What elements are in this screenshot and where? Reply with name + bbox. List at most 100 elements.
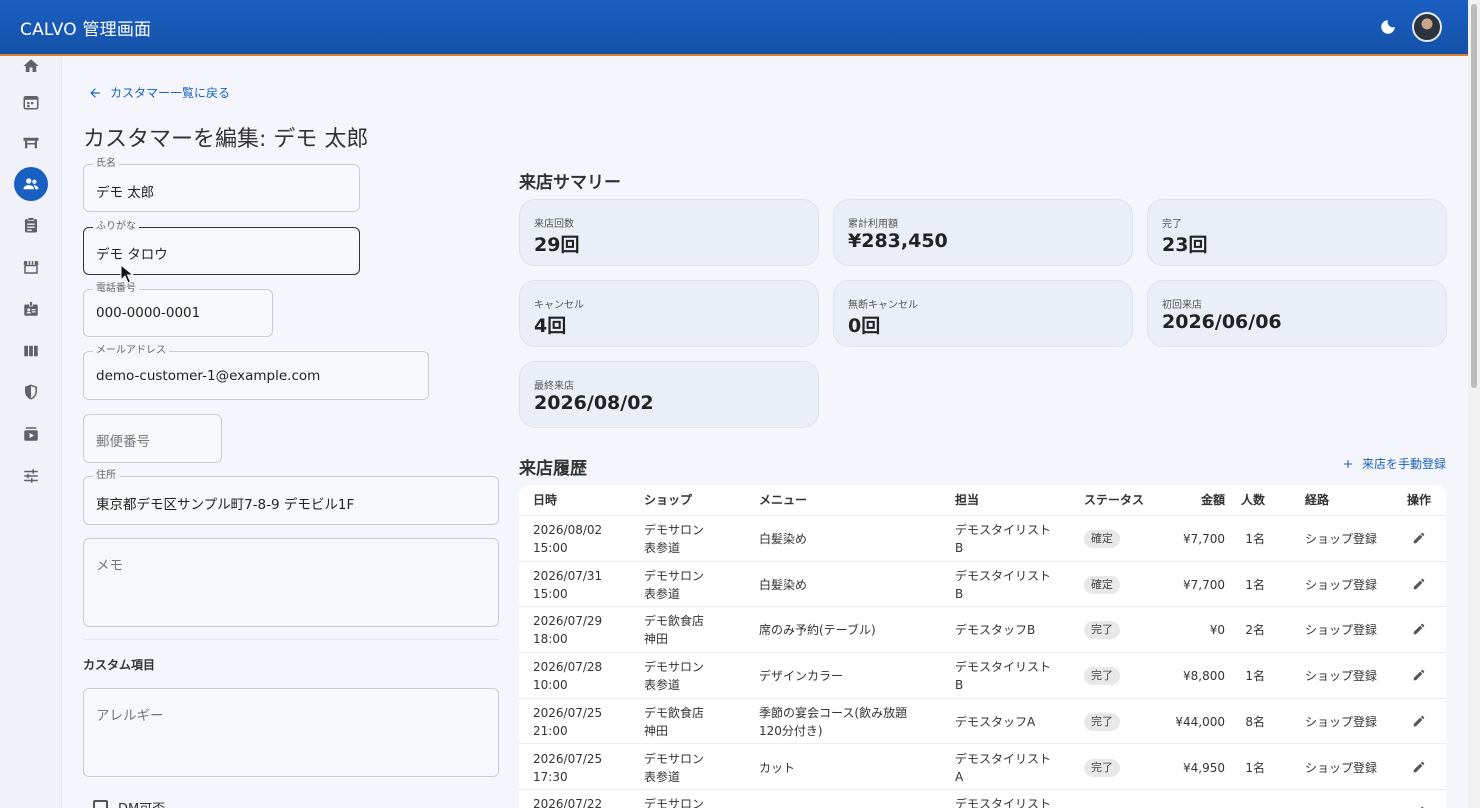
allergy-field[interactable]: アレルギー [83,688,499,777]
arrow-back-icon [90,87,100,98]
form-divider [83,639,499,640]
col-header[interactable]: 金額 [1159,491,1225,509]
user-avatar[interactable] [1412,12,1442,42]
col-header[interactable]: 経路 [1305,491,1329,509]
stat-card-visits: 来店回数 29回 [519,199,819,266]
stat-value: 4回 [534,315,567,337]
status-badge: 完了 [1084,758,1120,777]
nav-customers-icon[interactable] [14,167,48,201]
row-menu: 季節の宴会コース(飲み放題 120分付き) [759,705,908,738]
stat-label: 無断キャンセル [848,300,918,311]
table-row[interactable]: 2026/07/29 18:00 デモ飲食店 神田 席のみ予約(テーブル) デモスタッフB… [519,607,1446,654]
row-date: 2026/07/31 15:00 [533,568,603,601]
email-field-value: demo-customer-1@example.com [96,368,321,384]
nav-store-counter-icon[interactable] [15,127,47,159]
phone-field[interactable]: 電話番号 000-0000-0001 [83,283,273,337]
row-shop: デモサロン 表参道 [644,751,705,784]
row-menu: 席のみ予約(テーブル) [759,623,876,638]
row-status: 確定 [1084,575,1120,594]
col-header[interactable]: ステータス [1084,491,1144,509]
edit-icon[interactable] [1412,622,1426,641]
edit-icon[interactable] [1412,577,1426,596]
back-to-customers-link[interactable]: カスタマー一覧に戻る [88,84,230,101]
nav-staff-badge-icon[interactable] [15,293,47,325]
add-visit-button[interactable]: 来店を手動登録 [1342,455,1446,472]
row-route: ショップ登録 [1305,623,1378,638]
address-field-label: 住所 [93,470,119,482]
row-menu: デザインカラー [759,669,844,684]
col-header[interactable]: 日時 [533,491,557,509]
nav-shop-icon[interactable] [15,251,47,283]
edit-icon[interactable] [1412,668,1426,687]
row-amount: ¥4,950 [1183,760,1225,775]
row-staff: デモスタイリスト B [955,660,1052,693]
stat-value: ¥283,450 [848,230,948,252]
sidebar [0,56,62,808]
nav-tune-icon[interactable] [15,460,47,492]
stat-card-no-show: 無断キャンセル 0回 [833,280,1133,347]
dm-consent-label: DM可否 [118,798,165,808]
row-menu: カット [759,760,796,775]
row-date: 2026/08/02 15:00 [533,523,603,555]
kana-field-value: デモ タロウ [96,247,168,263]
email-field[interactable]: メールアドレス demo-customer-1@example.com [83,345,429,400]
nav-columns-icon[interactable] [15,335,47,367]
row-staff: デモスタイリスト B [955,568,1052,601]
col-header[interactable]: 人数 [1219,491,1265,509]
allergy-placeholder: アレルギー [96,708,164,724]
scrollbar-thumb[interactable] [1471,4,1477,388]
dark-mode-icon[interactable] [1378,17,1398,37]
edit-icon[interactable] [1412,760,1426,779]
table-row[interactable]: 2026/08/02 15:00 デモサロン 表参道 白髪染め デモスタイリスト B 確定 ¥7… [519,516,1446,562]
row-shop: デモサロン 表参道 [644,568,705,601]
row-people: 1名 [1245,760,1265,775]
table-row[interactable]: 2026/07/31 15:00 デモサロン 表参道 白髪染め デモスタイリスト B 確定 ¥7… [519,562,1446,608]
row-status: 完了 [1084,666,1120,686]
kana-field-label: ふりがな [93,221,139,233]
stat-value: 29回 [534,234,580,256]
mouse-cursor-icon [120,263,135,288]
row-staff: デモスタッフA [955,714,1036,729]
table-row[interactable]: 2026/07/22 デモサロン デモスタイリスト [519,790,1446,808]
row-people: 8名 [1245,714,1265,729]
memo-field[interactable]: メモ [83,538,499,627]
row-status: 完了 [1084,712,1120,731]
name-field-value: デモ 太郎 [96,185,155,201]
dm-consent-row[interactable]: DM可否 [93,798,165,808]
stat-card-last-visit: 最終来店 2026/08/02 [519,361,819,428]
status-badge: 確定 [1084,530,1120,548]
row-staff: デモスタイリスト B [955,523,1052,555]
stat-card-total-spend: 累計利用額 ¥283,450 [833,199,1133,266]
name-field[interactable]: 氏名 デモ 太郎 [83,158,360,212]
nav-video-library-icon[interactable] [15,418,47,450]
stat-label: 初回来店 [1162,300,1202,311]
dm-consent-checkbox[interactable] [93,800,108,808]
address-field[interactable]: 住所 東京都デモ区サンプル町7-8-9 デモビル1F [83,470,499,525]
stat-card-completed: 完了 23回 [1147,199,1447,266]
col-header[interactable]: ショップ [644,491,692,509]
status-badge: 確定 [1084,575,1120,594]
row-staff: デモスタッフB [955,623,1036,638]
nav-clipboard-icon[interactable] [15,209,47,241]
edit-icon[interactable] [1412,714,1426,733]
edit-icon[interactable] [1412,531,1426,550]
page-title: カスタマーを編集: デモ 太郎 [83,127,369,152]
row-date: 2026/07/29 18:00 [533,614,603,647]
nav-shield-icon[interactable] [15,376,47,408]
row-shop: デモ飲食店 神田 [644,705,705,738]
nav-calendar-icon[interactable] [15,86,47,118]
row-staff: デモスタイリスト A [955,751,1052,784]
table-row[interactable]: 2026/07/25 17:30 デモサロン 表参道 カット デモスタイリスト A 完了 ¥4,… [519,745,1446,791]
col-header[interactable]: メニュー [759,491,807,509]
status-badge: 完了 [1084,667,1120,686]
page-scrollbar[interactable] [1468,0,1480,808]
stat-label: キャンセル [534,300,584,311]
table-row[interactable]: 2026/07/25 21:00 デモ飲食店 神田 季節の宴会コース(飲み放題 120分付… [519,699,1446,745]
col-header[interactable]: 担当 [955,491,979,509]
table-row[interactable]: 2026/07/28 10:00 デモサロン 表参道 デザインカラー デモスタイリスト B 完… [519,653,1446,699]
email-field-label: メールアドレス [93,345,169,357]
stat-label: 来店回数 [534,219,574,230]
phone-field-value: 000-0000-0001 [96,305,201,321]
postal-code-field[interactable]: 郵便番号 [83,414,222,463]
app-bar: CALVO 管理画面 [0,0,1468,56]
